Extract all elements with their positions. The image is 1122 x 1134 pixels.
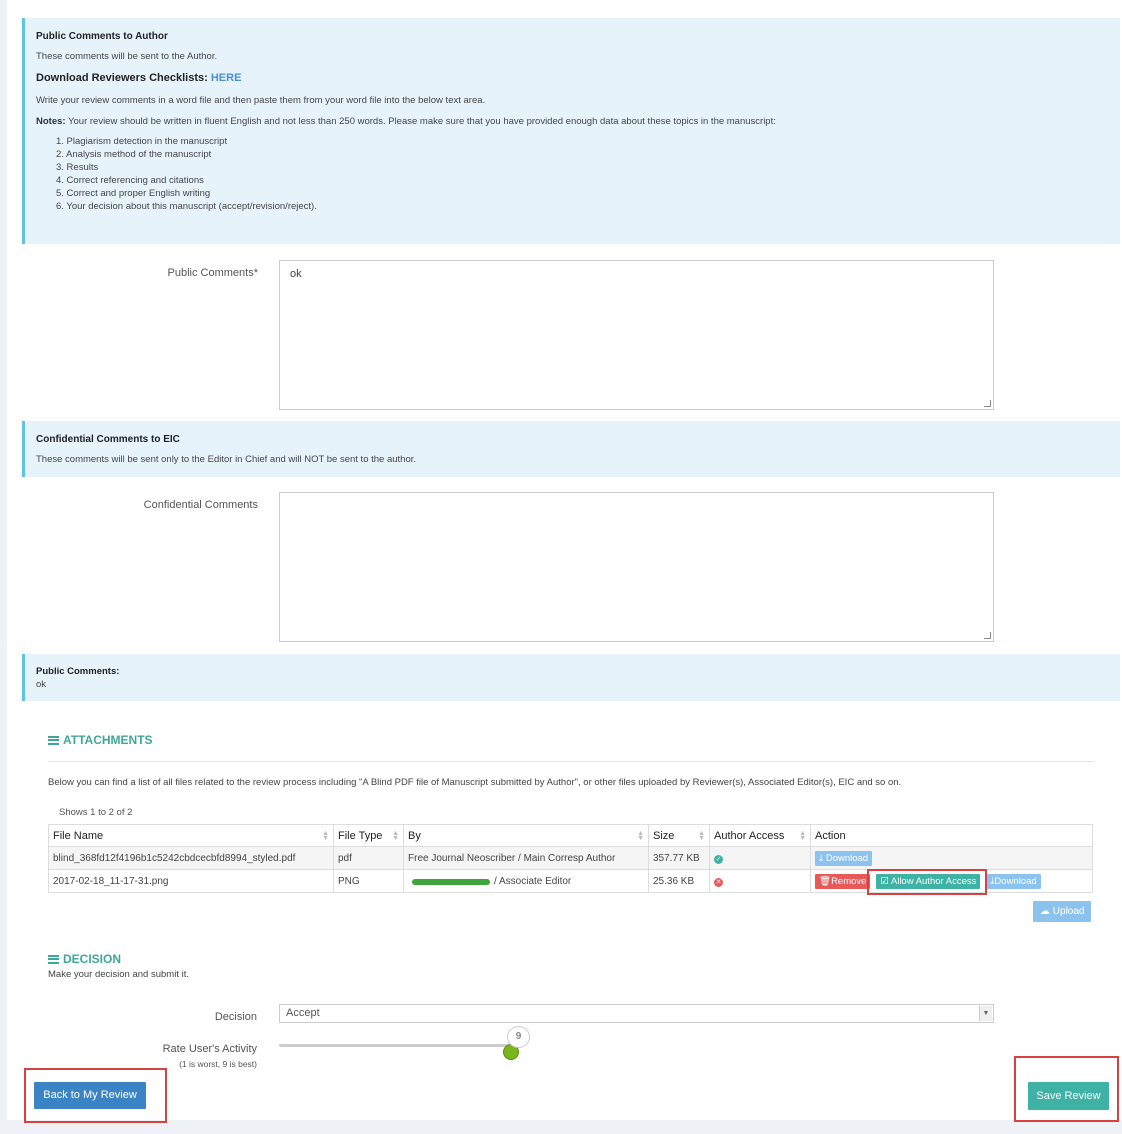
rate-label: Rate User's Activity [162, 1043, 257, 1055]
public-comments-textarea[interactable]: ok [279, 260, 994, 410]
download-label: Download [825, 852, 869, 864]
public-comments-label-text: Public Comments [167, 267, 254, 279]
resize-handle-icon[interactable] [984, 632, 991, 639]
col-size[interactable]: Size ▲ ▼ [648, 824, 710, 847]
highlight-box [24, 1068, 167, 1123]
col-label: File Name [53, 829, 104, 842]
topic-item: 3. Results [56, 162, 99, 173]
resize-handle-icon[interactable] [984, 400, 991, 407]
remove-button[interactable]: 🗑Remove [815, 873, 871, 889]
confidential-comments-textarea[interactable] [279, 492, 994, 642]
sort-icon: ▲ ▼ [698, 830, 705, 842]
file-by: / Associate Editor [403, 869, 649, 893]
confidential-comments-desc: These comments will be sent only to the … [36, 454, 417, 465]
col-label: Size [653, 829, 675, 842]
topic-item: 4. Correct referencing and citations [56, 175, 204, 186]
public-comments-desc: These comments will be sent to the Autho… [36, 51, 218, 62]
table-header-row: File Name ▲ ▼ File Type ▲ ▼ By ▲ ▼ Size ▲ ▼ Auth… [48, 824, 1093, 847]
col-author-access[interactable]: Author Access ▲ ▼ [709, 824, 811, 847]
public-comments-value: ok [290, 268, 302, 280]
file-size: 357.77 KB [648, 846, 710, 870]
public-comments-summary: Public Comments: ok [22, 654, 1120, 701]
decision-label: Decision [214, 1011, 257, 1023]
col-label: By [408, 829, 421, 842]
checklist-prefix: Download Reviewers Checklists: [36, 72, 208, 84]
highlight-box [1014, 1056, 1119, 1122]
file-by-role: / Associate Editor [494, 875, 572, 887]
col-file-name[interactable]: File Name ▲ ▼ [48, 824, 334, 847]
topic-item: 6. Your decision about this manuscript (… [56, 201, 317, 212]
public-comments-title: Public Comments to Author [36, 31, 168, 42]
actions: ⤓ Download [810, 846, 1093, 870]
file-type: pdf [333, 846, 404, 870]
author-access: ✕ [709, 869, 811, 893]
attachments-title: ATTACHMENTS [63, 733, 153, 747]
required-mark: * [253, 267, 258, 279]
instructions-text: Write your review comments in a word fil… [36, 95, 486, 106]
redaction-mark [412, 879, 490, 885]
remove-label: Remove [831, 875, 867, 887]
file-name: blind_368fd12f4196b1c5242cbdcecbfd8994_s… [48, 846, 334, 870]
col-file-type[interactable]: File Type ▲ ▼ [333, 824, 404, 847]
file-size: 25.36 KB [648, 869, 710, 893]
table-row: blind_368fd12f4196b1c5242cbdcecbfd8994_s… [48, 846, 1093, 870]
list-icon [48, 735, 59, 745]
file-type: PNG [333, 869, 404, 893]
summary-value: ok [36, 679, 47, 690]
confidential-comments-info: Confidential Comments to EIC These comme… [22, 421, 1120, 477]
col-label: File Type [338, 829, 383, 842]
list-icon [48, 954, 59, 964]
close-circle-icon: ✕ [714, 877, 723, 887]
attachments-heading: ATTACHMENTS [48, 733, 153, 747]
checklist-link[interactable]: HERE [211, 72, 242, 84]
confidential-comments-label: Confidential Comments [143, 499, 258, 511]
decision-value: Accept [286, 1007, 320, 1019]
decision-title: DECISION [63, 952, 122, 966]
topics-list: 1. Plagiarism detection in the manuscrip… [56, 135, 317, 213]
col-label: Action [815, 829, 846, 842]
sort-icon: ▲ ▼ [637, 830, 644, 842]
download-icon: ⤓ [819, 852, 824, 864]
divider [48, 761, 1094, 762]
author-access: ✓ [709, 846, 811, 870]
notes-body: Your review should be written in fluent … [68, 116, 776, 127]
notes-label: Notes: [36, 116, 66, 127]
sort-icon: ▲ ▼ [392, 830, 399, 842]
file-by: Free Journal Neoscriber / Main Corresp A… [403, 846, 649, 870]
decision-subtitle: Make your decision and submit it. [48, 969, 189, 980]
sort-icon: ▲ ▼ [799, 830, 806, 842]
rate-value-bubble: 9 [507, 1026, 530, 1048]
decision-select[interactable]: Accept ▼ [279, 1004, 994, 1023]
public-comments-info: Public Comments to Author These comments… [22, 18, 1120, 244]
col-label: Author Access [714, 829, 785, 842]
upload-label: Upload [1052, 906, 1085, 917]
chevron-down-icon[interactable]: ▼ [979, 1006, 992, 1021]
file-name: 2017-02-18_11-17-31.png [48, 869, 334, 893]
public-comments-label: Public Comments* [100, 267, 258, 279]
sort-icon: ▲ ▼ [322, 830, 329, 842]
summary-title: Public Comments: [36, 666, 120, 677]
cloud-upload-icon: ☁ [1040, 906, 1050, 917]
col-action: Action [810, 824, 1093, 847]
table-info: Shows 1 to 2 of 2 [59, 807, 133, 818]
download-button[interactable]: ⤓ Download [815, 850, 873, 866]
checklist-line: Download Reviewers Checklists: HERE [36, 72, 241, 84]
decision-heading: DECISION [48, 952, 121, 966]
upload-button[interactable]: ☁ Upload [1033, 901, 1092, 922]
col-by[interactable]: By ▲ ▼ [403, 824, 649, 847]
check-circle-icon: ✓ [714, 854, 723, 864]
topic-item: 1. Plagiarism detection in the manuscrip… [56, 136, 228, 147]
attachments-desc: Below you can find a list of all files r… [48, 777, 902, 788]
confidential-comments-title: Confidential Comments to EIC [36, 434, 180, 445]
notes-text: Notes: Your review should be written in … [36, 116, 776, 127]
topic-item: 5. Correct and proper English writing [56, 188, 211, 199]
highlight-box [867, 869, 987, 895]
download-label: Download [994, 875, 1037, 887]
trash-icon: 🗑 [819, 875, 832, 887]
topic-item: 2. Analysis method of the manuscript [56, 149, 212, 160]
download-button[interactable]: ⤓Download [986, 873, 1041, 889]
rate-slider-track[interactable] [279, 1044, 512, 1047]
